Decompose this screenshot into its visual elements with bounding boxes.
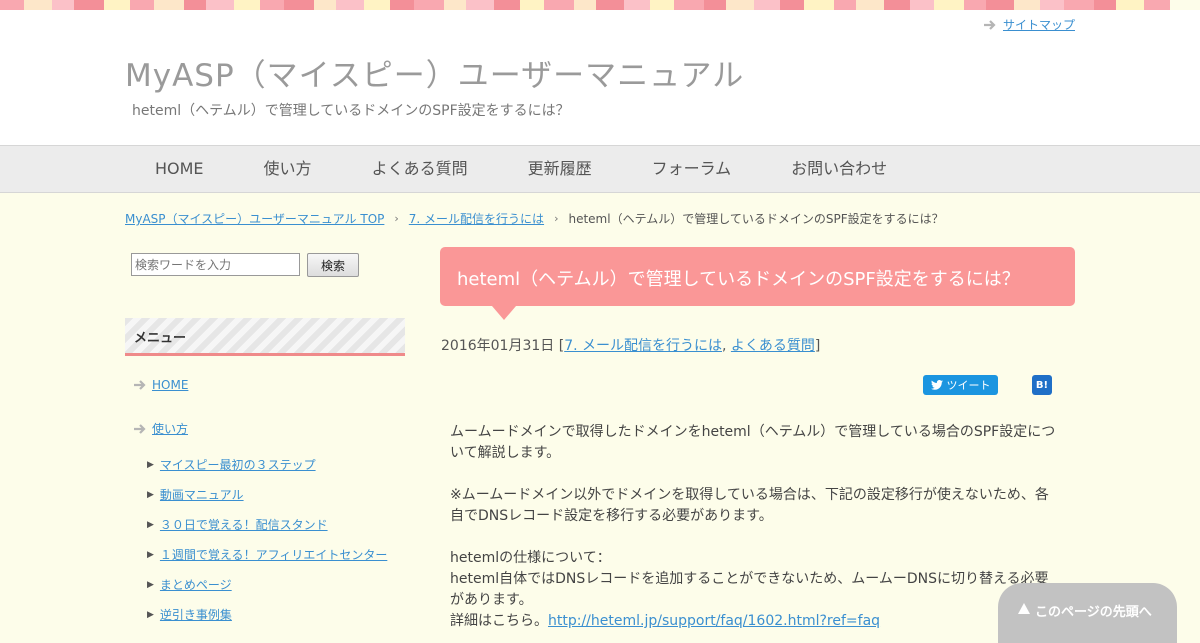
post-date: 2016年01月31日 [441, 338, 555, 354]
sidebar-menu-heading: メニュー [125, 318, 405, 356]
site-header: サイトマップ MyASP（マイスピー）ユーザーマニュアル heteml（ヘテムル… [0, 10, 1200, 145]
tweet-label: ツイート [946, 379, 991, 392]
sidebar-menu-title: メニュー [134, 331, 187, 346]
nav-item-history[interactable]: 更新履歴 [498, 146, 622, 192]
detail-line: 詳細はこちら。http://heteml.jp/support/faq/1602… [450, 611, 1060, 632]
sidebar-subitem[interactable]: ▶ 動画マニュアル [147, 486, 244, 503]
arrow-right-icon [983, 19, 996, 30]
nav-item-home[interactable]: HOME [125, 146, 234, 192]
site-title[interactable]: MyASP（マイスピー）ユーザーマニュアル [125, 50, 744, 95]
tweet-button[interactable]: ツイート [923, 375, 998, 395]
spec-text: heteml自体ではDNSレコードを追加することができないため、ムームーDNSに… [450, 571, 1049, 608]
spec-heading: hetemlの仕様について： [450, 550, 611, 566]
triangle-right-icon: ▶ [147, 579, 154, 590]
sidebar-subitem-label[interactable]: まとめページ [160, 576, 232, 593]
sidebar-subitem[interactable]: ▶ 逆引き事例集 [147, 606, 232, 623]
sidebar-item-home[interactable]: HOME [133, 378, 188, 392]
triangle-right-icon: ▶ [147, 549, 154, 560]
breadcrumb-top[interactable]: MyASP（マイスピー）ユーザーマニュアル TOP [125, 210, 384, 227]
sidebar-subitem[interactable]: ▶ まとめページ [147, 576, 232, 593]
post-paragraph: hetemlの仕様について： heteml自体ではDNSレコードを追加することが… [450, 548, 1060, 632]
post-paragraph: ムームードメインで取得したドメインをheteml（ヘテムル）で管理している場合の… [450, 424, 1056, 461]
sitemap-link-wrap: サイトマップ [983, 16, 1075, 33]
search-form: 検索 [131, 253, 359, 277]
triangle-right-icon: ▶ [147, 459, 154, 470]
faq-link[interactable]: http://heteml.jp/support/faq/1602.html?r… [548, 613, 880, 629]
sidebar-subitem[interactable]: ▶ １週間で覚える！アフィリエイトセンター [147, 546, 387, 563]
sitemap-link[interactable]: サイトマップ [1003, 16, 1075, 33]
arrow-right-icon [134, 380, 146, 390]
post-paragraph: ※ムームードメイン以外でドメインを取得している場合は、下記の設定移行が使えないた… [450, 487, 1049, 524]
chevron-right-icon: › [394, 212, 399, 225]
twitter-bird-icon [930, 380, 943, 390]
search-button[interactable]: 検索 [307, 253, 359, 277]
detail-prefix: 詳細はこちら。 [450, 613, 548, 629]
sidebar-subitem[interactable]: ▶ マイスピー最初の３ステップ [147, 456, 316, 473]
chevron-right-icon: › [554, 212, 559, 225]
sidebar-item-usage[interactable]: 使い方 [133, 420, 188, 437]
search-input[interactable] [131, 253, 300, 276]
sidebar-subitem-label[interactable]: 逆引き事例集 [160, 606, 232, 623]
global-nav: HOME 使い方 よくある質問 更新履歴 フォーラム お問い合わせ [0, 145, 1200, 193]
sidebar-subitem-label[interactable]: 動画マニュアル [160, 486, 244, 503]
triangle-right-icon: ▶ [147, 489, 154, 500]
nav-item-usage[interactable]: 使い方 [234, 146, 342, 192]
post-meta: 2016年01月31日 [7. メール配信を行うには, よくある質問] [441, 338, 821, 354]
triangle-right-icon: ▶ [147, 609, 154, 620]
hatena-bookmark-button[interactable]: B! [1032, 375, 1052, 395]
nav-item-contact[interactable]: お問い合わせ [761, 146, 917, 192]
arrow-up-icon [1018, 603, 1030, 614]
sidebar-subitem-label[interactable]: １週間で覚える！アフィリエイトセンター [160, 546, 387, 563]
title-notch [492, 306, 516, 320]
post-category-link[interactable]: よくある質問 [731, 338, 815, 354]
decorative-stripe [0, 0, 1200, 10]
sidebar-subitem-label[interactable]: ３０日で覚える！配信スタンド [160, 516, 328, 533]
arrow-right-icon [134, 423, 146, 434]
breadcrumb: MyASP（マイスピー）ユーザーマニュアル TOP › 7. メール配信を行うに… [125, 210, 944, 227]
nav-item-forum[interactable]: フォーラム [622, 146, 762, 192]
sidebar-subitem[interactable]: ▶ ３０日で覚える！配信スタンド [147, 516, 328, 533]
sidebar-subitem-label[interactable]: マイスピー最初の３ステップ [160, 456, 316, 473]
sidebar-item-label[interactable]: HOME [152, 378, 188, 392]
back-to-top-button[interactable]: このページの先頭へ [998, 583, 1177, 643]
breadcrumb-category[interactable]: 7. メール配信を行うには [409, 210, 544, 227]
triangle-right-icon: ▶ [147, 519, 154, 530]
post-body: ムームードメインで取得したドメインをheteml（ヘテムル）で管理している場合の… [450, 422, 1060, 632]
post-category-link[interactable]: 7. メール配信を行うには [564, 338, 722, 354]
post-title-box: heteml（ヘテムル）で管理しているドメインのSPF設定をするには？ [440, 247, 1075, 320]
breadcrumb-current: heteml（ヘテムル）で管理しているドメインのSPF設定をするには？ [568, 212, 944, 226]
sidebar-item-label[interactable]: 使い方 [152, 420, 188, 437]
post-title: heteml（ヘテムル）で管理しているドメインのSPF設定をするには？ [457, 269, 1020, 290]
site-subtitle: heteml（ヘテムル）で管理しているドメインのSPF設定をするには？ [132, 103, 570, 119]
nav-item-faq[interactable]: よくある質問 [342, 146, 498, 192]
back-to-top-label: このページの先頭へ [1035, 605, 1152, 620]
